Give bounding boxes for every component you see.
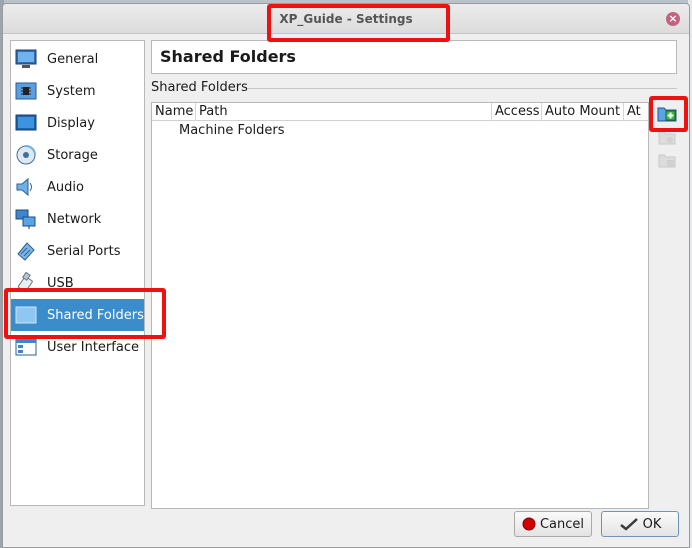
shared-folders-table[interactable]: Name Path Access Auto Mount At Machine F… — [151, 102, 649, 509]
column-header-auto-mount[interactable]: Auto Mount — [542, 103, 624, 121]
sidebar-item-label: Storage — [47, 147, 98, 163]
column-header-at[interactable]: At — [624, 103, 648, 121]
remove-shared-folder-icon — [658, 152, 676, 172]
sidebar-item-label: Serial Ports — [47, 243, 121, 259]
sidebar-item-serial-ports[interactable]: Serial Ports — [11, 235, 144, 267]
usb-icon — [15, 272, 37, 294]
add-shared-folder-icon — [657, 104, 677, 126]
general-icon — [15, 48, 37, 70]
page-title-box: Shared Folders — [151, 40, 677, 74]
ok-checkmark-icon — [619, 517, 639, 531]
table-row[interactable]: Machine Folders — [152, 122, 648, 140]
display-icon — [15, 112, 37, 134]
table-header: Name Path Access Auto Mount At — [152, 103, 648, 121]
sidebar-item-system[interactable]: System — [11, 75, 144, 107]
sidebar-item-display[interactable]: Display — [11, 107, 144, 139]
edit-shared-folder-button[interactable] — [656, 128, 678, 150]
shared-folders-icon — [15, 304, 37, 326]
column-header-path[interactable]: Path — [196, 103, 492, 121]
network-icon — [15, 208, 37, 230]
remove-shared-folder-button[interactable] — [656, 151, 678, 173]
edit-shared-folder-icon — [658, 129, 676, 149]
sidebar-item-general[interactable]: General — [11, 43, 144, 75]
sidebar-item-network[interactable]: Network — [11, 203, 144, 235]
sidebar-item-label: Audio — [47, 179, 84, 195]
close-button[interactable]: × — [666, 12, 680, 26]
sidebar-item-label: General — [47, 51, 99, 67]
cancel-icon — [522, 517, 536, 531]
sidebar-item-label: System — [47, 83, 96, 99]
sidebar-item-user-interface[interactable]: User Interface — [11, 331, 144, 363]
sidebar-item-label: USB — [47, 275, 74, 291]
sidebar-item-label: Shared Folders — [47, 307, 144, 323]
window-title: XP_Guide - Settings — [279, 12, 413, 26]
ok-button[interactable]: OK — [601, 511, 679, 537]
sidebar-item-label: Display — [47, 115, 95, 131]
sidebar-item-label: Network — [47, 211, 102, 227]
sidebar-item-usb[interactable]: USB — [11, 267, 144, 299]
title-bar[interactable]: XP_Guide - Settings × — [3, 4, 689, 34]
sidebar-item-audio[interactable]: Audio — [11, 171, 144, 203]
serial-ports-icon — [15, 240, 37, 262]
audio-icon — [15, 176, 37, 198]
cancel-button-label: Cancel — [539, 516, 585, 532]
system-icon — [15, 80, 37, 102]
group-divider — [247, 88, 677, 89]
ok-button-label: OK — [642, 516, 662, 532]
column-header-name[interactable]: Name — [152, 103, 196, 121]
user-interface-icon — [15, 336, 37, 358]
add-shared-folder-button[interactable] — [656, 104, 678, 126]
sidebar-item-storage[interactable]: Storage — [11, 139, 144, 171]
shared-folders-group-label: Shared Folders — [151, 80, 248, 95]
column-header-access[interactable]: Access — [492, 103, 542, 121]
page-title: Shared Folders — [160, 47, 296, 66]
settings-sidebar: General System Display Storage Audio Net… — [10, 40, 145, 506]
storage-icon — [15, 144, 37, 166]
cancel-button[interactable]: Cancel — [514, 511, 592, 537]
sidebar-item-shared-folders[interactable]: Shared Folders — [11, 299, 144, 331]
sidebar-item-label: User Interface — [47, 339, 139, 355]
